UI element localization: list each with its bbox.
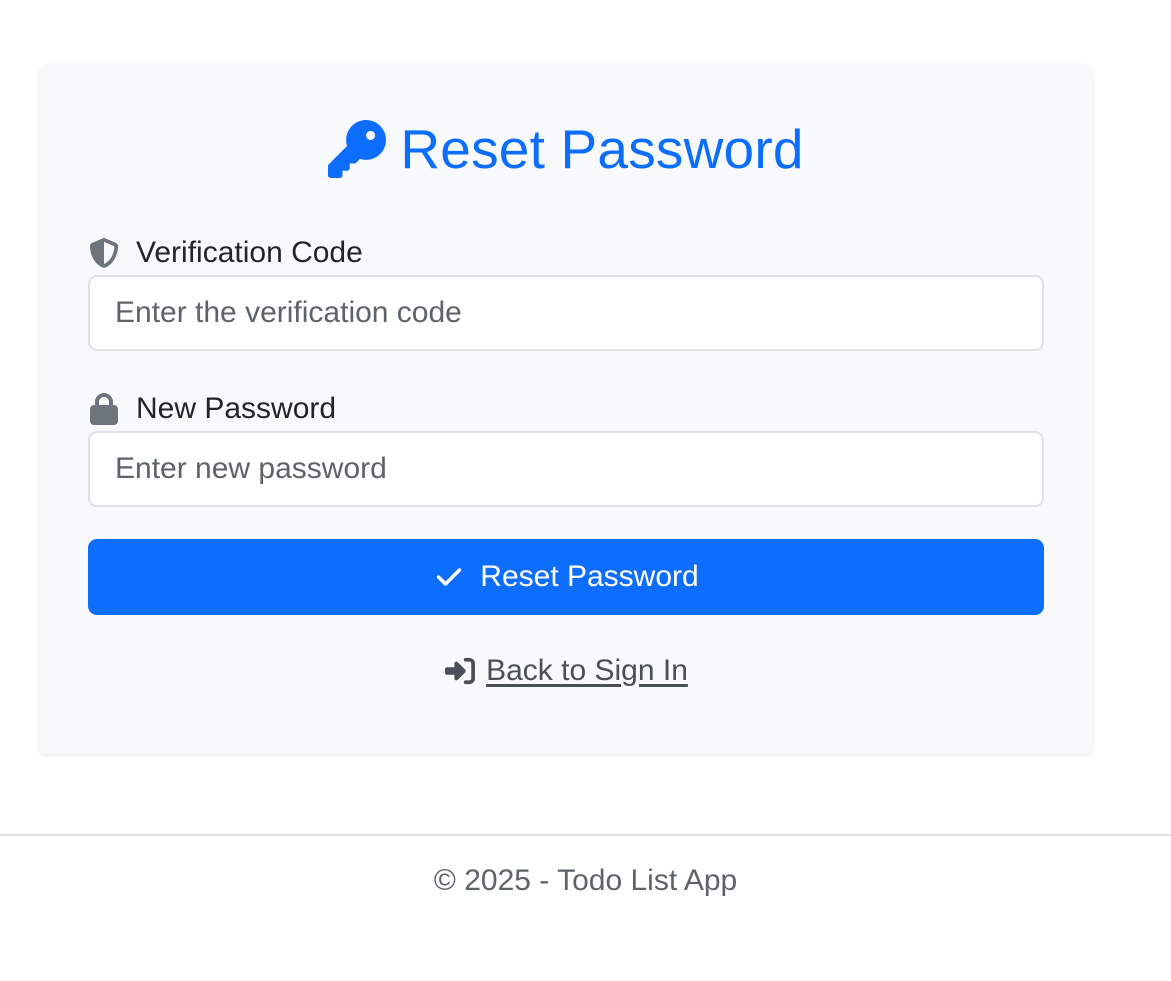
reset-password-button-label: Reset Password [480, 560, 699, 593]
verification-code-label: Verification Code [88, 233, 363, 273]
page-title: Reset Password [400, 117, 804, 180]
new-password-label: New Password [88, 389, 336, 429]
new-password-label-text: New Password [136, 392, 337, 425]
reset-password-card: Reset Password Verification Code New Pas… [39, 64, 1093, 754]
key-icon [328, 120, 387, 178]
lock-icon [88, 392, 120, 426]
verification-code-label-text: Verification Code [136, 236, 363, 269]
page-footer: © 2025 - Todo List App [0, 834, 1171, 981]
sign-in-icon [444, 656, 478, 686]
back-to-sign-in-link[interactable]: Back to Sign In [39, 649, 1093, 693]
page-title-row: Reset Password [39, 114, 1093, 184]
reset-password-button[interactable]: Reset Password [88, 539, 1044, 615]
footer-copyright: © 2025 - Todo List App [433, 864, 738, 897]
new-password-input[interactable] [88, 431, 1044, 507]
back-to-sign-in-label: Back to Sign In [486, 654, 688, 687]
check-icon [433, 563, 465, 591]
verification-code-input[interactable] [88, 275, 1044, 351]
shield-icon [88, 236, 120, 270]
